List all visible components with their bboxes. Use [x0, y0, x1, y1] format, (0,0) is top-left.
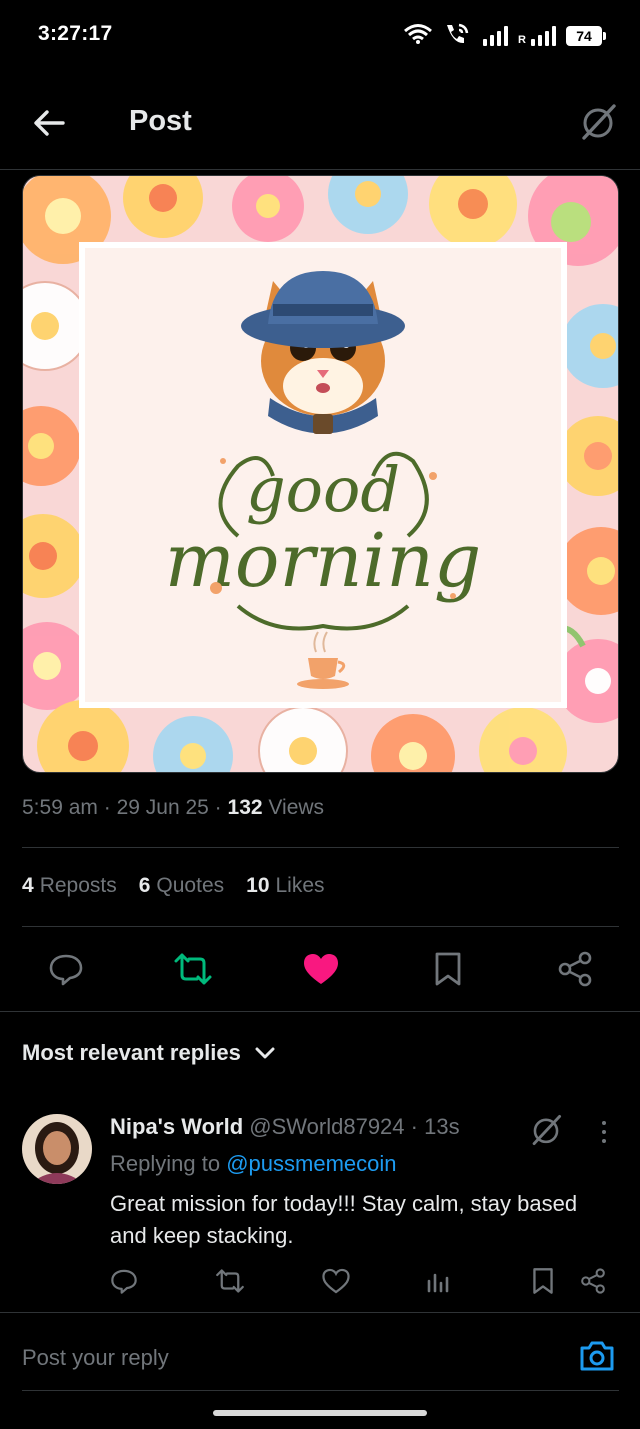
- reposts-label: Reposts: [39, 874, 117, 897]
- reply-icon: [49, 954, 83, 986]
- back-button[interactable]: [28, 102, 70, 144]
- top-bar: Post: [0, 72, 640, 170]
- like-icon: [303, 954, 338, 984]
- post-stats: 4 Reposts 6 Quotes 10 Likes: [22, 874, 325, 898]
- grok-button[interactable]: [576, 100, 620, 144]
- battery-icon: 74: [566, 26, 606, 46]
- replies-sort-label: Most relevant replies: [22, 1040, 241, 1065]
- page-title: Post: [129, 105, 192, 137]
- quotes-count: 6: [138, 874, 151, 897]
- good-morning-cat-illustration: good morning: [23, 176, 618, 772]
- reposts-count: 4: [22, 874, 34, 897]
- wifi-icon: [403, 23, 433, 50]
- status-icons: R 74: [403, 22, 606, 51]
- reply-time: 13s: [424, 1114, 460, 1139]
- reply-icon: [111, 1269, 137, 1294]
- repost-icon: [216, 1269, 244, 1293]
- bookmark-button[interactable]: [426, 947, 470, 991]
- signal-icon: [483, 26, 509, 46]
- signal-roaming-icon: R: [518, 26, 556, 46]
- quotes-label: Quotes: [156, 874, 225, 897]
- reply-repost-button[interactable]: [208, 1259, 252, 1303]
- grok-icon: [582, 104, 616, 140]
- reply-input[interactable]: [22, 1338, 502, 1378]
- reply-reply-button[interactable]: [102, 1259, 146, 1303]
- bookmark-icon: [435, 952, 461, 986]
- reposts-stat[interactable]: 4 Reposts: [22, 874, 117, 898]
- reply-bookmark-button[interactable]: [521, 1259, 565, 1303]
- reply-author-handle[interactable]: @SWorld87924: [249, 1114, 404, 1139]
- section-divider: [0, 1011, 640, 1012]
- like-icon: [322, 1268, 350, 1294]
- divider: [22, 847, 619, 848]
- analytics-icon: [427, 1273, 449, 1293]
- reply-actions: [100, 1259, 620, 1303]
- divider: [0, 1312, 640, 1313]
- quotes-stat[interactable]: 6 Quotes: [139, 874, 224, 898]
- reply-like-button[interactable]: [314, 1259, 358, 1303]
- post-date: 29 Jun 25: [116, 796, 209, 819]
- camera-button[interactable]: [577, 1336, 617, 1376]
- repost-icon: [174, 953, 212, 985]
- reply-views-button[interactable]: [416, 1259, 460, 1303]
- arrow-left-icon: [34, 110, 65, 136]
- views-count: 132: [227, 796, 263, 819]
- post-time: 5:59 am: [22, 796, 98, 819]
- bookmark-icon: [533, 1268, 553, 1294]
- likes-count: 10: [246, 874, 270, 897]
- replies-sort-dropdown[interactable]: Most relevant replies: [22, 1040, 275, 1066]
- camera-icon: [580, 1341, 614, 1371]
- wifi-calling-icon: [443, 22, 473, 51]
- likes-label: Likes: [275, 874, 325, 897]
- replying-to-mention[interactable]: @pussmemecoin: [226, 1151, 396, 1176]
- input-underline: [22, 1390, 619, 1391]
- chevron-down-icon: [255, 1047, 275, 1059]
- status-bar: 3:27:17 R 74: [0, 0, 640, 72]
- like-button[interactable]: [299, 947, 343, 991]
- share-button[interactable]: [553, 947, 597, 991]
- share-icon: [558, 951, 592, 987]
- reply-separator: ·: [410, 1114, 418, 1139]
- reply-header: Nipa's World @SWorld87924 · 13s: [110, 1114, 460, 1140]
- more-options-icon[interactable]: [590, 1112, 618, 1152]
- reply-button[interactable]: [44, 947, 88, 991]
- home-indicator[interactable]: [213, 1410, 427, 1416]
- grok-icon: [532, 1114, 562, 1146]
- likes-stat[interactable]: 10 Likes: [246, 874, 324, 898]
- replying-to-label: Replying to: [110, 1151, 221, 1176]
- post-actions: [22, 940, 619, 998]
- views-label: Views: [268, 796, 325, 819]
- replying-to: Replying to @pussmemecoin: [110, 1151, 397, 1177]
- post-image[interactable]: good morning: [22, 175, 619, 773]
- share-icon: [581, 1268, 605, 1294]
- divider: [22, 926, 619, 927]
- reply-text: Great mission for today!!! Stay calm, st…: [110, 1191, 578, 1248]
- reply-grok-button[interactable]: [526, 1110, 566, 1150]
- reply-share-button[interactable]: [571, 1259, 615, 1303]
- meta-separator: ·: [103, 796, 111, 819]
- roaming-label: R: [518, 34, 526, 46]
- repost-button[interactable]: [171, 947, 215, 991]
- reply-author-name[interactable]: Nipa's World: [110, 1114, 243, 1139]
- status-time: 3:27:17: [38, 22, 113, 45]
- post-timestamp: 5:59 am · 29 Jun 25 · 132 Views: [22, 796, 324, 820]
- avatar[interactable]: [22, 1114, 92, 1184]
- meta-separator: ·: [214, 796, 222, 819]
